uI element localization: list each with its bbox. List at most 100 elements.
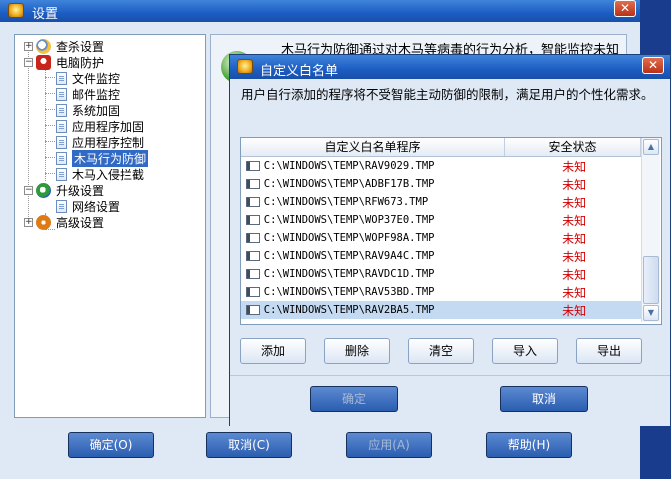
column-header-program[interactable]: 自定义白名单程序 [241, 138, 505, 156]
tree-item-label: 邮件监控 [72, 87, 121, 102]
tree-item-network-settings[interactable]: 网络设置 [56, 198, 120, 214]
delete-button[interactable]: 删除 [324, 338, 390, 364]
program-path: C:\WINDOWS\TEMP\RAV9A4C.TMP [263, 250, 435, 262]
expand-icon[interactable]: + [24, 41, 33, 51]
program-path: C:\WINDOWS\TEMP\RAV53BD.TMP [263, 286, 435, 298]
custom-whitelist-dialog: 自定义白名单 ✕ 用户自行添加的程序将不受智能主动防御的限制，满足用户的个性化需… [229, 54, 671, 426]
tree-item-trojan-intrusion-block[interactable]: 木马入侵拦截 [56, 166, 144, 182]
security-status: 未知 [562, 303, 587, 318]
security-status: 未知 [562, 267, 587, 282]
table-row[interactable]: C:\WINDOWS\TEMP\RAV9029.TMP 未知 [241, 157, 641, 175]
tree-item-label: 升级设置 [56, 183, 105, 198]
title-bar: 设置 ✕ [0, 0, 640, 22]
program-icon [246, 269, 260, 279]
security-status: 未知 [562, 285, 587, 300]
program-icon [246, 251, 260, 261]
settings-tree: + 查杀设置 − 电脑防护 文件监控 邮件监控 系统加固 应用程序加固 应用程序… [14, 34, 206, 418]
tree-item-label: 应用程序加固 [72, 119, 145, 134]
dialog-ok-button[interactable]: 确定 [310, 386, 398, 412]
program-icon [246, 215, 260, 225]
shield-icon [36, 54, 51, 70]
tree-item-advanced-settings[interactable]: + 高级设置 [24, 214, 104, 230]
program-icon [246, 233, 260, 243]
tree-item-label: 电脑防护 [56, 55, 105, 70]
search-settings-icon [36, 38, 51, 54]
collapse-icon[interactable]: − [24, 57, 33, 67]
apply-button[interactable]: 应用(A) [346, 432, 432, 458]
table-row[interactable]: C:\WINDOWS\TEMP\RAV2BA5.TMP 未知 [241, 301, 641, 319]
dialog-close-button[interactable]: ✕ [642, 57, 664, 74]
program-icon [246, 305, 260, 315]
tree-item-label: 木马入侵拦截 [72, 167, 145, 182]
table-row[interactable]: C:\WINDOWS\TEMP\WOPF98A.TMP 未知 [241, 229, 641, 247]
table-row[interactable]: C:\WINDOWS\TEMP\RAV9A4C.TMP 未知 [241, 247, 641, 265]
tree-item-file-monitor[interactable]: 文件监控 [56, 70, 120, 86]
dialog-title-bar: 自定义白名单 ✕ [230, 55, 670, 79]
tree-item-app-hardening[interactable]: 应用程序加固 [56, 118, 144, 134]
app-logo-icon [237, 59, 253, 74]
tree-item-app-control[interactable]: 应用程序控制 [56, 134, 144, 150]
tree-item-label: 系统加固 [72, 103, 121, 118]
page-icon [56, 119, 67, 133]
dialog-cancel-button[interactable]: 取消 [500, 386, 588, 412]
program-path: C:\WINDOWS\TEMP\RAV2BA5.TMP [263, 304, 435, 316]
table-row[interactable]: C:\WINDOWS\TEMP\WOP37E0.TMP 未知 [241, 211, 641, 229]
collapse-icon[interactable]: − [24, 185, 33, 195]
page-icon [56, 167, 67, 181]
whitelist-table: 自定义白名单程序 安全状态 C:\WINDOWS\TEMP\RAV9029.TM… [240, 137, 662, 325]
scroll-down-icon[interactable]: ▼ [643, 305, 659, 321]
scroll-thumb[interactable] [643, 256, 659, 304]
security-status: 未知 [562, 159, 587, 174]
tree-item-trojan-behavior-defense[interactable]: 木马行为防御 [56, 149, 149, 167]
program-path: C:\WINDOWS\TEMP\ADBF17B.TMP [263, 178, 435, 190]
page-icon [56, 103, 67, 117]
vertical-scrollbar[interactable]: ▲ ▼ [641, 138, 660, 322]
tree-item-scan-settings[interactable]: + 查杀设置 [24, 38, 104, 54]
close-button[interactable]: ✕ [614, 0, 636, 17]
program-path: C:\WINDOWS\TEMP\RFW673.TMP [263, 196, 429, 208]
program-icon [246, 197, 260, 207]
table-row[interactable]: C:\WINDOWS\TEMP\RAV53BD.TMP 未知 [241, 283, 641, 301]
table-row[interactable]: C:\WINDOWS\TEMP\RAVDC1D.TMP 未知 [241, 265, 641, 283]
program-icon [246, 161, 260, 171]
expand-icon[interactable]: + [24, 217, 33, 227]
program-path: C:\WINDOWS\TEMP\WOPF98A.TMP [263, 232, 435, 244]
add-button[interactable]: 添加 [240, 338, 306, 364]
scroll-up-icon[interactable]: ▲ [643, 139, 659, 155]
tree-item-label: 网络设置 [72, 199, 121, 214]
program-path: C:\WINDOWS\TEMP\RAV9029.TMP [263, 160, 435, 172]
column-header-status[interactable]: 安全状态 [505, 138, 641, 156]
tree-item-mail-monitor[interactable]: 邮件监控 [56, 86, 120, 102]
program-path: C:\WINDOWS\TEMP\RAVDC1D.TMP [263, 268, 435, 280]
help-button[interactable]: 帮助(H) [486, 432, 572, 458]
import-button[interactable]: 导入 [492, 338, 558, 364]
table-body: C:\WINDOWS\TEMP\RAV9029.TMP 未知 C:\WINDOWS\… [241, 157, 641, 319]
table-row[interactable]: C:\WINDOWS\TEMP\RFW673.TMP 未知 [241, 193, 641, 211]
dialog-footer [230, 375, 670, 426]
program-icon [246, 287, 260, 297]
tree-item-label: 高级设置 [56, 215, 105, 230]
page-icon [56, 151, 67, 165]
tree-item-system-hardening[interactable]: 系统加固 [56, 102, 120, 118]
table-row[interactable]: C:\WINDOWS\TEMP\ADBF17B.TMP 未知 [241, 175, 641, 193]
clear-button[interactable]: 清空 [408, 338, 474, 364]
page-icon [56, 71, 67, 85]
advanced-settings-icon [36, 214, 51, 230]
page-icon [56, 87, 67, 101]
tree-item-pc-protection[interactable]: − 电脑防护 [24, 54, 104, 70]
ok-button[interactable]: 确定(O) [68, 432, 154, 458]
tree-item-label: 木马行为防御 [72, 149, 149, 167]
export-button[interactable]: 导出 [576, 338, 642, 364]
cancel-button[interactable]: 取消(C) [206, 432, 292, 458]
program-icon [246, 179, 260, 189]
tree-item-update-settings[interactable]: − 升级设置 [24, 182, 104, 198]
program-path: C:\WINDOWS\TEMP\WOP37E0.TMP [263, 214, 435, 226]
table-header: 自定义白名单程序 安全状态 [241, 138, 641, 157]
security-status: 未知 [562, 249, 587, 264]
tree-item-label: 文件监控 [72, 71, 121, 86]
page-icon [56, 199, 67, 213]
security-status: 未知 [562, 231, 587, 246]
tree-item-label: 应用程序控制 [72, 135, 145, 150]
page-icon [56, 135, 67, 149]
tree-item-label: 查杀设置 [56, 39, 105, 54]
